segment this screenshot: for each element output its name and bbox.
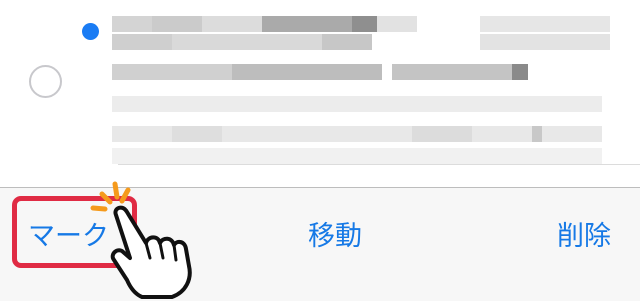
tap-burst-icon [90,181,131,212]
select-circle-icon[interactable] [29,65,62,98]
mail-list [0,0,640,187]
unread-dot-icon [82,23,99,40]
delete-button[interactable]: 削除 [557,220,611,254]
pointing-hand-icon [90,181,192,299]
blurred-message-preview[interactable] [112,8,612,168]
row-divider [118,164,640,165]
move-button[interactable]: 移動 [308,220,362,254]
